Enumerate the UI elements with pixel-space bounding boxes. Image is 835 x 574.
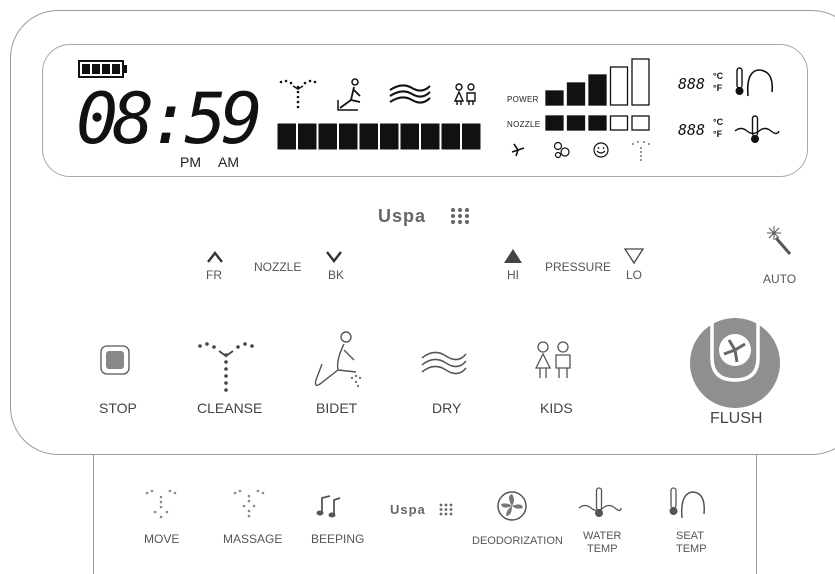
am-indicator: AM (218, 154, 239, 170)
pm-indicator: PM (180, 154, 201, 170)
progress-block (298, 123, 317, 150)
battery-cell (112, 64, 120, 74)
wand-icon[interactable] (764, 224, 794, 258)
battery-cell (102, 64, 110, 74)
massage-icon[interactable] (232, 488, 266, 522)
water-temp-button-line1[interactable]: WATER (583, 530, 622, 542)
progress-block (359, 123, 378, 150)
water-temp-readout: 888 (678, 121, 706, 139)
deodorization-button[interactable]: DEODORIZATION (472, 535, 563, 547)
battery-cell (92, 64, 100, 74)
nozzle-label: NOZZLE (254, 260, 302, 274)
mode-level-bar (277, 123, 481, 150)
seat-temp-readout: 888 (678, 75, 706, 93)
nozzle-back-button[interactable] (325, 250, 343, 264)
water-temp-unit-c: °C (713, 117, 724, 127)
seat-temp-unit-f: °F (713, 83, 723, 93)
dry-button[interactable]: DRY (432, 400, 461, 416)
seat-temp-icon (735, 67, 774, 97)
seat-temp-button-line1[interactable]: SEAT (676, 530, 704, 542)
brand-dots-small-icon (439, 503, 453, 516)
bidet-icon (337, 78, 361, 111)
flush-icon[interactable] (704, 320, 766, 394)
massage-button[interactable]: MASSAGE (223, 532, 282, 546)
dry-button-icon[interactable] (420, 348, 468, 378)
progress-block (441, 123, 460, 150)
nozzle-front-label: FR (206, 268, 222, 282)
power-bar (566, 82, 586, 106)
bidet-button-icon[interactable] (312, 330, 368, 392)
power-label: POWER (507, 95, 539, 104)
move-icon[interactable] (144, 488, 178, 522)
fan-button-icon[interactable] (496, 490, 528, 522)
brand-logo: Uspa (378, 206, 427, 226)
dry-icon (389, 84, 431, 104)
progress-block (277, 123, 296, 150)
nozzle-bar (545, 115, 564, 131)
kids-button[interactable]: KIDS (540, 400, 573, 416)
cleanse-icon (279, 79, 317, 109)
pressure-low-button[interactable] (623, 248, 645, 265)
battery-icon (78, 60, 127, 78)
pressure-high-label: HI (507, 268, 519, 282)
seat-temp-button-icon[interactable] (668, 486, 708, 520)
nozzle-level-bars (545, 115, 650, 131)
auto-button-label[interactable]: AUTO (763, 272, 796, 286)
cleanse-button[interactable]: CLEANSE (197, 400, 262, 416)
stop-icon[interactable] (100, 345, 130, 375)
nozzle-bar (566, 115, 586, 131)
bubbles-icon (553, 141, 570, 159)
seat-temp-button-line2[interactable]: TEMP (676, 543, 707, 555)
nozzle-level-label: NOZZLE (507, 120, 541, 129)
power-bar (588, 74, 607, 106)
stop-button[interactable]: STOP (99, 400, 137, 416)
music-icon[interactable] (316, 492, 342, 520)
nozzle-back-label: BK (328, 268, 345, 282)
power-bar (631, 58, 650, 106)
kids-button-icon[interactable] (532, 340, 576, 380)
brand-dots-icon (451, 208, 469, 224)
nozzle-bar (588, 115, 607, 131)
progress-block (421, 123, 440, 150)
fan-icon (511, 143, 525, 157)
progress-block (462, 123, 481, 150)
move-button[interactable]: MOVE (144, 532, 179, 546)
progress-block (318, 123, 337, 150)
water-temp-unit-f: °F (713, 129, 723, 139)
spray-icon (632, 141, 650, 161)
water-temp-button-icon[interactable] (577, 486, 622, 522)
power-bar (609, 66, 629, 106)
nozzle-front-button[interactable] (206, 250, 224, 264)
flush-label: FLUSH (710, 410, 763, 427)
progress-block (380, 123, 399, 150)
brand-logo-small: Uspa (390, 502, 426, 517)
power-level-bars (545, 58, 650, 106)
pressure-high-button[interactable] (503, 248, 523, 264)
nozzle-bar (609, 115, 629, 131)
progress-block (400, 123, 419, 150)
seat-temp-unit-c: °C (713, 71, 724, 81)
progress-block (339, 123, 358, 150)
water-temp-button-line2[interactable]: TEMP (587, 543, 618, 555)
cleanse-button-icon[interactable] (197, 340, 257, 392)
smile-icon (593, 142, 609, 158)
pressure-label: PRESSURE (545, 260, 612, 274)
power-bar (545, 90, 564, 106)
beeping-button[interactable]: BEEPING (311, 532, 364, 546)
battery-cell (82, 64, 90, 74)
water-temp-icon (734, 115, 780, 143)
pressure-low-label: LO (626, 268, 643, 282)
bidet-button[interactable]: BIDET (316, 400, 357, 416)
kids-icon (453, 83, 476, 105)
nozzle-bar (631, 115, 650, 131)
clock-display: 08:59 (76, 78, 263, 160)
